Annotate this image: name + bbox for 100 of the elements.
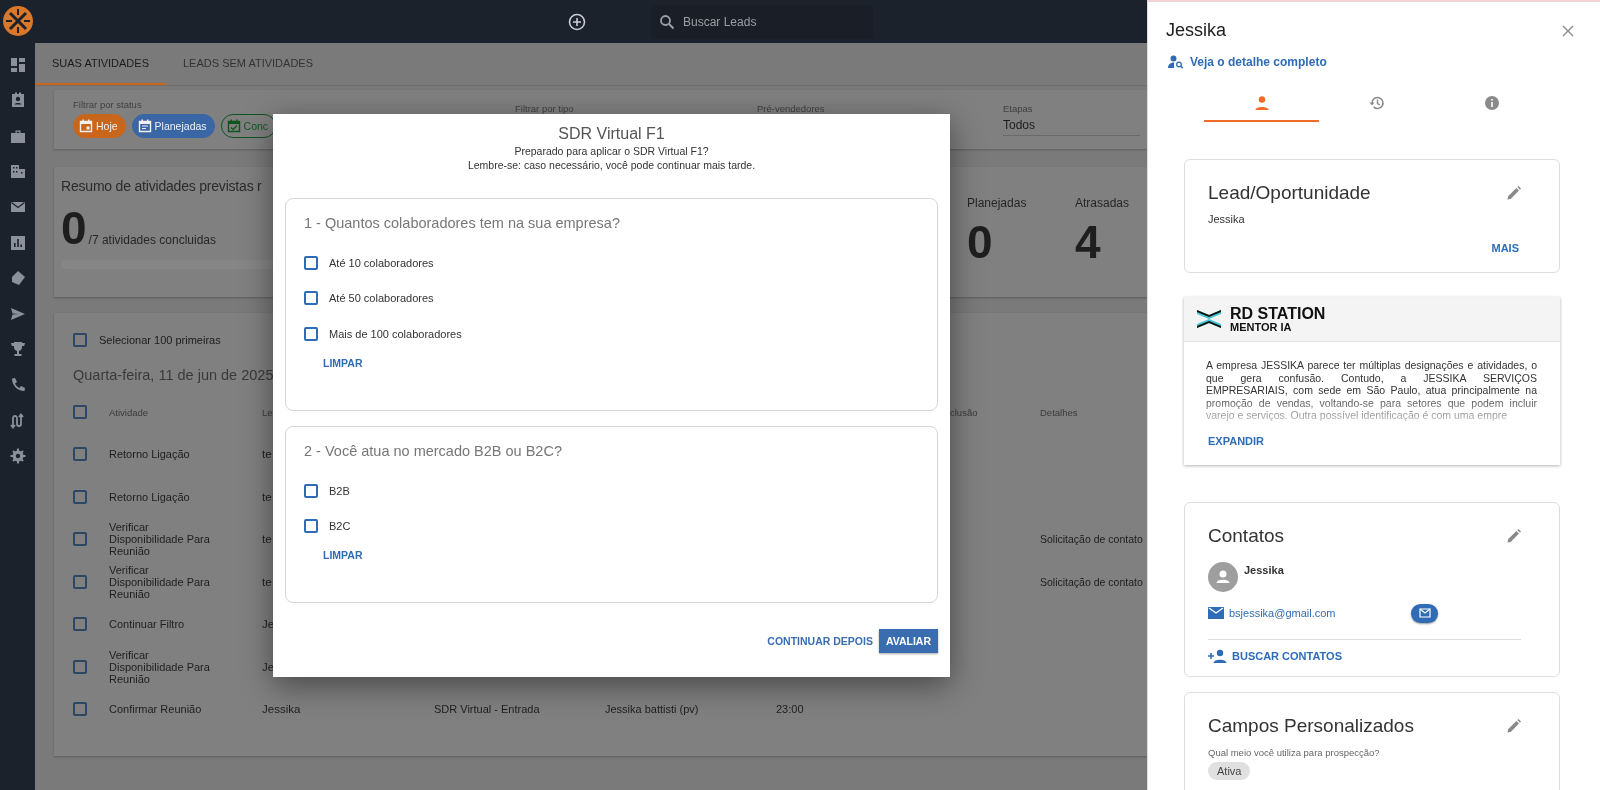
calendar-icon	[79, 119, 93, 133]
expand-button[interactable]: EXPANDIR	[1208, 434, 1265, 447]
dialog-subtitle: Preparado para aplicar o SDR Virtual F1?	[514, 145, 709, 157]
card-title: Campos Personalizados	[1208, 714, 1414, 737]
search-icon	[659, 13, 675, 30]
summary-title: Resumo de atividades previstas r	[61, 178, 263, 194]
clear-button[interactable]: LIMPAR	[323, 549, 363, 561]
stages-select[interactable]: Todos	[1003, 118, 1140, 136]
more-button[interactable]: MAIS	[1485, 241, 1525, 255]
product-name: MENTOR IA	[1230, 321, 1293, 333]
lead-name: Jessika	[1208, 213, 1246, 225]
contact-card-icon[interactable]	[9, 92, 26, 109]
route-icon[interactable]	[9, 412, 26, 429]
table-cell: te	[262, 490, 272, 503]
person-icon	[1253, 95, 1270, 111]
brand-name: RD STATION	[1230, 305, 1326, 322]
email-link[interactable]: bsjessika@gmail.com	[1229, 607, 1406, 619]
filter-label: Etapas	[1003, 103, 1034, 114]
card-title: Lead/Oportunidade	[1208, 182, 1371, 204]
tab[interactable]: SUAS ATIVIDADES	[35, 43, 166, 85]
checkbox[interactable]	[73, 702, 87, 717]
column-header[interactable]: clusão	[950, 406, 978, 418]
checkbox[interactable]	[73, 447, 87, 462]
checkbox[interactable]	[73, 574, 87, 589]
checkbox[interactable]	[73, 532, 87, 547]
checkbox[interactable]	[304, 483, 318, 498]
history-icon	[1368, 95, 1385, 111]
send-email-button[interactable]	[1411, 603, 1438, 623]
settings-icon[interactable]	[9, 448, 26, 465]
checkbox[interactable]	[304, 255, 318, 270]
phone-icon[interactable]	[9, 376, 26, 393]
detail-link[interactable]: Veja o detalhe completo	[1168, 55, 1327, 69]
date-heading: Quarta-feira, 11 de jun de 2025	[73, 367, 275, 383]
option-label: Até 10 colaboradores	[329, 256, 434, 269]
option-label: Até 50 colaboradores	[329, 292, 434, 305]
column-header[interactable]: Atividade	[109, 406, 149, 418]
table-cell-text: Verificar Disponibilidade Para Reunião	[109, 648, 211, 685]
column-header[interactable]: Detalhes	[1040, 406, 1078, 418]
mail-icon	[1418, 608, 1431, 618]
mail-icon	[1208, 607, 1224, 619]
checkbox[interactable]	[304, 519, 318, 534]
question-text: 2 - Você atua no mercado B2B ou B2C?	[304, 443, 563, 459]
option-label: B2B	[329, 484, 350, 497]
stat-label: Planejadas	[967, 196, 1028, 210]
table-cell-text: Continuar Filtro	[109, 618, 186, 631]
trophy-icon[interactable]	[9, 341, 26, 358]
checkbox[interactable]	[73, 405, 87, 419]
calendar-check-icon	[226, 119, 241, 133]
chevrons-icon	[1196, 307, 1222, 331]
avatar-icon	[1208, 561, 1238, 592]
option-label: Mais de 100 colaboradores	[329, 327, 462, 340]
edit-icon[interactable]	[1507, 528, 1521, 543]
table-cell-text: Verificar Disponibilidade Para Reunião	[109, 521, 211, 558]
tag-icon[interactable]	[9, 270, 26, 287]
search-field[interactable]: Buscar Leads	[651, 4, 873, 39]
checkbox[interactable]	[304, 291, 318, 306]
panel-title: Jessika	[1166, 20, 1227, 41]
table-cell-text: Verificar Disponibilidade Para Reunião	[109, 563, 211, 600]
checkbox[interactable]	[73, 659, 87, 674]
evaluate-button[interactable]: AVALIAR	[878, 629, 938, 653]
bar-chart-icon[interactable]	[9, 234, 26, 251]
close-icon[interactable]	[1562, 24, 1574, 37]
clear-button[interactable]: LIMPAR	[323, 356, 363, 369]
checkbox[interactable]	[73, 617, 87, 632]
filter-label: Pré-vendedores	[757, 103, 826, 114]
filter-label: Filtrar por status	[73, 99, 143, 110]
table-cell-text: Retorno Ligação	[109, 448, 191, 461]
search-contacts-button[interactable]: BUSCAR CONTATOS	[1208, 648, 1342, 663]
checkbox[interactable]	[73, 333, 87, 347]
checkbox[interactable]	[304, 326, 318, 341]
edit-icon[interactable]	[1507, 718, 1521, 733]
continue-later-button[interactable]: CONTINUAR DEPOIS	[767, 629, 873, 653]
table-cell: Je	[262, 618, 275, 631]
done-count: 0	[61, 204, 87, 252]
edit-icon[interactable]	[1507, 186, 1521, 200]
table-cell: Solicitação de contato	[1040, 533, 1143, 546]
add-person-icon	[1208, 648, 1228, 663]
status-chip[interactable]: Hoje	[73, 114, 126, 138]
table-cell: Jessika	[262, 703, 301, 716]
tab[interactable]: LEADS SEM ATIVIDADES	[166, 43, 330, 85]
question-text: 1 - Quantos colaboradores tem na sua empresa?	[304, 215, 621, 231]
stat-label: Atrasadas	[1075, 196, 1131, 210]
table-cell-text: Retorno Ligação	[109, 490, 191, 503]
dialog-title: SDR Virtual F1	[558, 125, 665, 143]
dashboard-icon[interactable]	[9, 56, 26, 73]
building-icon[interactable]	[9, 163, 26, 180]
status-chip[interactable]: Planejadas	[131, 114, 215, 138]
logo-icon[interactable]	[1, 5, 34, 37]
calendar-list-icon	[137, 119, 152, 133]
stat-value: 0	[967, 218, 994, 266]
info-icon	[1483, 95, 1500, 111]
table-cell: te	[262, 448, 272, 461]
option-label: B2C	[329, 520, 351, 533]
field-question: Qual meio você utiliza para prospecção?	[1208, 746, 1381, 758]
add-icon[interactable]	[568, 12, 586, 31]
send-icon[interactable]	[9, 305, 26, 322]
mentor-summary: A empresa JESSIKA parece ter múltiplas designações e atividades, o que gera confusão. Contudo, a JESSIKA SERVIÇOS EMPRESARIAIS, com sede em São Paulo, atua principalmente na promoção de vendas, voltando-se para setores que podem incluir varejo e serviços. Outra possível identificação é com uma empre	[1206, 359, 1537, 422]
checkbox[interactable]	[73, 489, 87, 504]
table-cell: Je	[262, 660, 275, 673]
table-cell: SDR Virtual - Entrada	[434, 703, 540, 716]
